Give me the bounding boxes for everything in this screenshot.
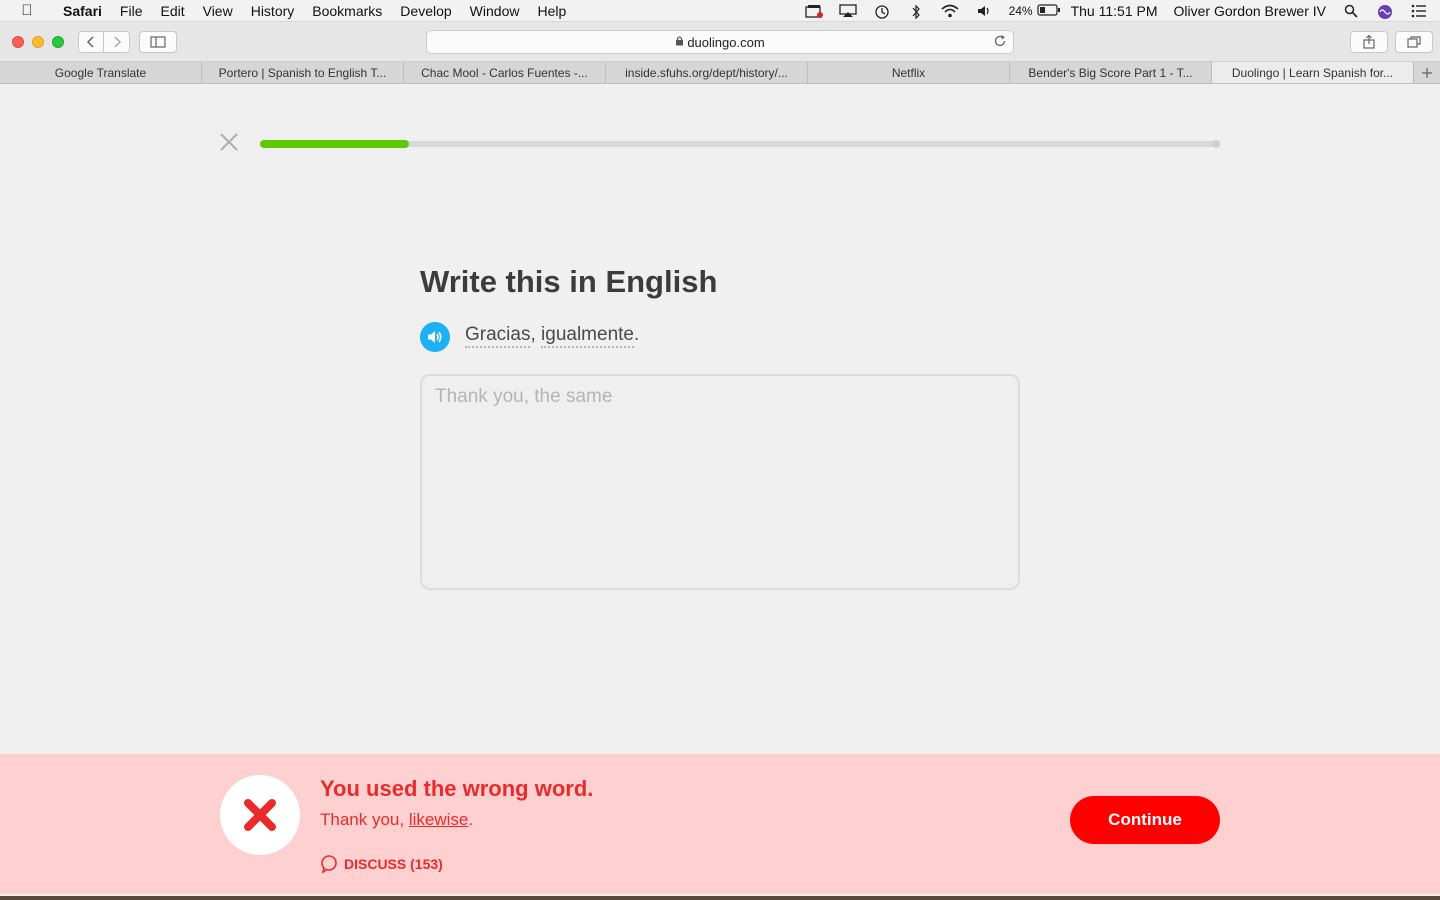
menubar-user[interactable]: Oliver Gordon Brewer IV bbox=[1174, 3, 1327, 19]
airplay-icon[interactable] bbox=[838, 4, 857, 18]
incorrect-badge bbox=[220, 775, 300, 855]
tab-netflix[interactable]: Netflix bbox=[808, 62, 1010, 83]
reload-icon[interactable] bbox=[993, 34, 1007, 51]
menu-edit[interactable]: Edit bbox=[151, 3, 193, 19]
battery-percent: 24% bbox=[1008, 4, 1033, 18]
plus-icon bbox=[1422, 67, 1432, 78]
bluetooth-icon[interactable] bbox=[907, 4, 925, 20]
address-bar-url: duolingo.com bbox=[687, 34, 765, 50]
screen-record-icon[interactable] bbox=[804, 4, 823, 18]
sentence-end: . bbox=[633, 324, 640, 345]
menu-app-name[interactable]: Safari bbox=[54, 3, 111, 19]
nav-buttons bbox=[78, 31, 130, 53]
feedback-panel: You used the wrong word. Thank you, like… bbox=[0, 754, 1440, 894]
desktop-background-strip bbox=[0, 896, 1440, 900]
menu-window[interactable]: Window bbox=[461, 3, 529, 19]
wifi-icon[interactable] bbox=[941, 4, 959, 18]
menu-help[interactable]: Help bbox=[528, 3, 575, 19]
menu-view[interactable]: View bbox=[194, 3, 242, 19]
tabs-overview-icon bbox=[1407, 36, 1421, 48]
notification-center-icon[interactable] bbox=[1410, 4, 1428, 18]
sentence-word-gracias[interactable]: Gracias bbox=[465, 324, 531, 348]
lock-icon bbox=[675, 35, 684, 49]
correct-answer-highlight: likewise bbox=[408, 810, 469, 829]
discuss-label: DISCUSS (153) bbox=[344, 856, 443, 872]
exercise-prompt-title: Write this in English bbox=[420, 264, 718, 299]
correct-answer: Thank you, likewise. bbox=[320, 810, 473, 830]
show-all-tabs-button[interactable] bbox=[1395, 31, 1433, 53]
play-audio-button[interactable] bbox=[420, 322, 450, 352]
time-machine-icon[interactable] bbox=[873, 4, 891, 19]
correct-answer-prefix: Thank you, bbox=[320, 810, 409, 829]
sidebar-icon bbox=[150, 36, 166, 48]
window-controls bbox=[12, 36, 64, 48]
progress-end-marker bbox=[1212, 140, 1220, 148]
share-icon bbox=[1363, 35, 1375, 49]
chevron-right-icon bbox=[113, 36, 121, 48]
menu-history[interactable]: History bbox=[242, 3, 304, 19]
answer-textarea[interactable]: Thank you, the same bbox=[420, 374, 1020, 590]
correct-answer-suffix: . bbox=[468, 810, 474, 829]
close-icon bbox=[220, 133, 238, 151]
macos-menubar:  Safari File Edit View History Bookmark… bbox=[0, 0, 1440, 22]
share-button[interactable] bbox=[1350, 31, 1388, 53]
close-window-button[interactable] bbox=[12, 36, 24, 48]
quit-lesson-button[interactable] bbox=[218, 132, 240, 154]
tab-sfuhs[interactable]: inside.sfuhs.org/dept/history/... bbox=[606, 62, 808, 83]
discuss-link[interactable]: DISCUSS (153) bbox=[320, 855, 443, 873]
continue-button[interactable]: Continue bbox=[1070, 796, 1220, 844]
feedback-title: You used the wrong word. bbox=[320, 776, 594, 801]
menubar-status-area: 24% Thu 11:51 PM Oliver Gordon Brewer IV bbox=[804, 0, 1428, 22]
menubar-clock[interactable]: Thu 11:51 PM bbox=[1071, 3, 1158, 19]
back-button[interactable] bbox=[78, 31, 104, 53]
duolingo-lesson-page: Write this in English Gracias, igualment… bbox=[0, 84, 1440, 900]
sidebar-toggle-button[interactable] bbox=[139, 31, 177, 53]
volume-icon[interactable] bbox=[975, 4, 993, 18]
comment-bubble-icon bbox=[321, 855, 337, 873]
siri-icon[interactable] bbox=[1376, 4, 1394, 19]
minimize-window-button[interactable] bbox=[32, 36, 44, 48]
sentence-word-igualmente[interactable]: igualmente bbox=[541, 324, 634, 348]
incorrect-x-icon bbox=[244, 799, 276, 831]
menu-bookmarks[interactable]: Bookmarks bbox=[303, 3, 391, 19]
spotlight-icon[interactable] bbox=[1342, 4, 1360, 18]
apple-menu-icon[interactable]:  bbox=[0, 2, 54, 19]
new-tab-button[interactable] bbox=[1414, 62, 1440, 83]
source-sentence: Gracias, igualmente. bbox=[465, 324, 640, 348]
lesson-progress-fill bbox=[260, 140, 410, 148]
tab-google-translate[interactable]: Google Translate bbox=[0, 62, 202, 83]
tab-benders-big-score[interactable]: Bender's Big Score Part 1 - T... bbox=[1010, 62, 1212, 83]
lesson-progress-bar bbox=[260, 140, 1220, 148]
tab-chac-mool[interactable]: Chac Mool - Carlos Fuentes -... bbox=[404, 62, 606, 83]
forward-button[interactable] bbox=[104, 31, 130, 53]
menu-develop[interactable]: Develop bbox=[391, 3, 460, 19]
sentence-separator: , bbox=[530, 324, 542, 345]
address-bar[interactable]: duolingo.com bbox=[426, 30, 1014, 54]
fullscreen-window-button[interactable] bbox=[52, 36, 64, 48]
tab-duolingo[interactable]: Duolingo | Learn Spanish for... bbox=[1212, 62, 1414, 83]
tab-bar: Google Translate Portero | Spanish to En… bbox=[0, 62, 1440, 84]
menu-file[interactable]: File bbox=[111, 3, 152, 19]
speaker-icon bbox=[428, 331, 442, 343]
browser-toolbar: duolingo.com bbox=[0, 22, 1440, 62]
battery-icon[interactable] bbox=[1036, 4, 1060, 18]
chevron-left-icon bbox=[86, 36, 94, 48]
tab-portero[interactable]: Portero | Spanish to English T... bbox=[202, 62, 404, 83]
